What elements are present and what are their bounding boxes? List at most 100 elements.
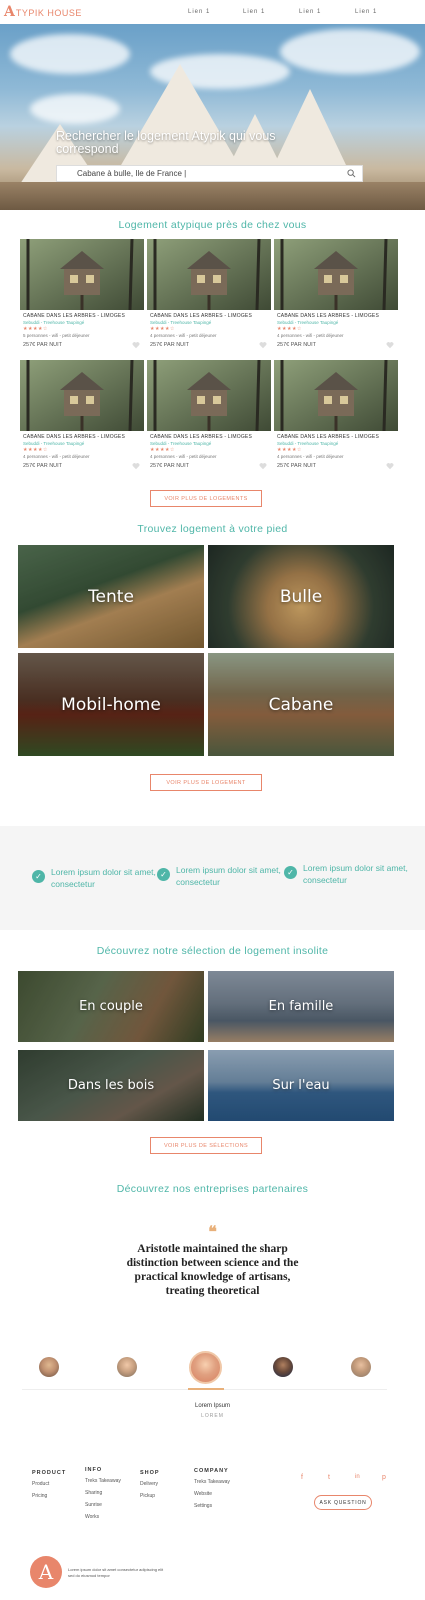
listing-price: 257€ PAR NUIT <box>23 342 63 348</box>
listing-features: 4 personnes - wifi - petit déjeuner <box>277 454 344 459</box>
heart-icon[interactable] <box>386 341 394 349</box>
twitter-icon[interactable]: t <box>328 1474 330 1481</box>
footer-column-heading: SHOP <box>140 1470 160 1476</box>
partner-avatar[interactable] <box>117 1357 137 1377</box>
listing-rating: ★★★★☆ <box>277 326 302 332</box>
selection-tile-couple[interactable]: En couple <box>18 971 204 1042</box>
nav-link-1[interactable]: Lien 1 <box>188 9 210 15</box>
heart-icon[interactable] <box>259 462 267 470</box>
search-icon[interactable] <box>347 169 356 178</box>
heart-icon[interactable] <box>132 341 140 349</box>
footer-logo[interactable]: A <box>30 1556 62 1588</box>
footer-column-heading: COMPANY <box>194 1468 229 1474</box>
nav-link-4[interactable]: Lien 1 <box>355 9 377 15</box>
features-band: ✓ Lorem ipsum dolor sit amet, consectetu… <box>0 826 425 930</box>
listing-card[interactable]: CABANE DANS LES ARBRES - LIMOGES Sebuddi … <box>147 239 271 357</box>
listing-rating: ★★★★☆ <box>150 447 175 453</box>
selection-tile-bois[interactable]: Dans les bois <box>18 1050 204 1121</box>
types-title: Trouvez logement à votre pied <box>137 523 288 535</box>
type-tile-label: Mobil-home <box>61 694 161 715</box>
hero-banner: Rechercher le logement Atypik qui vous c… <box>0 24 425 210</box>
nearby-title: Logement atypique près de chez vous <box>118 219 307 231</box>
site-footer: PRODUCT Product Pricing INFO Treks Takea… <box>0 1450 425 1600</box>
active-indicator <box>188 1388 224 1390</box>
listing-image[interactable] <box>147 239 271 310</box>
ask-question-button[interactable]: ASK QUESTION <box>314 1495 372 1510</box>
partner-avatar[interactable] <box>351 1357 371 1377</box>
heart-icon[interactable] <box>132 462 140 470</box>
feature-text: Lorem ipsum dolor sit amet, consectetur <box>303 863 408 885</box>
listing-rating: ★★★★☆ <box>150 326 175 332</box>
listing-card[interactable]: CABANE DANS LES ARBRES - LIMOGES Sebuddi … <box>20 239 144 357</box>
listing-location: Sebuddi - Treehouse Taupingé <box>23 441 85 446</box>
listing-card[interactable]: CABANE DANS LES ARBRES - LIMOGES Sebuddi … <box>147 360 271 478</box>
listing-image[interactable] <box>20 360 144 431</box>
listing-image[interactable] <box>274 360 398 431</box>
more-listings-button[interactable]: VOIR PLUS DE LOGEMENTS <box>150 490 262 507</box>
pinterest-icon[interactable]: p <box>382 1474 386 1481</box>
selection-tile-label: En famille <box>268 999 334 1014</box>
listing-location: Sebuddi - Treehouse Taupingé <box>277 441 339 446</box>
partner-avatar[interactable] <box>39 1357 59 1377</box>
more-types-button[interactable]: VOIR PLUS DE LOGEMENT <box>150 774 262 791</box>
type-tile-mobil-home[interactable]: Mobil-home <box>18 653 204 756</box>
listing-price: 257€ PAR NUIT <box>150 463 190 469</box>
nav-link-2[interactable]: Lien 1 <box>243 9 265 15</box>
type-tile-label: Bulle <box>279 586 323 607</box>
listing-image[interactable] <box>20 239 144 310</box>
hero-title: Rechercher le logement Atypik qui vous c… <box>56 129 276 156</box>
selection-tile-famille[interactable]: En famille <box>208 971 394 1042</box>
facebook-icon[interactable]: f <box>301 1474 303 1481</box>
listing-card[interactable]: CABANE DANS LES ARBRES - LIMOGES Sebuddi … <box>274 360 398 478</box>
logo-letter: A <box>4 4 15 20</box>
check-icon: ✓ <box>157 868 170 881</box>
footer-link[interactable]: Sharing <box>85 1490 121 1496</box>
listing-image[interactable] <box>274 239 398 310</box>
footer-link[interactable]: Product <box>32 1481 66 1487</box>
feature-text: Lorem ipsum dolor sit amet, consectetur <box>51 867 156 889</box>
listing-card[interactable]: CABANE DANS LES ARBRES - LIMOGES Sebuddi … <box>20 360 144 478</box>
partner-avatar[interactable] <box>273 1357 293 1377</box>
listing-price: 257€ PAR NUIT <box>277 342 317 348</box>
footer-link[interactable]: Sunrise <box>85 1502 121 1508</box>
type-tile-cabane[interactable]: Cabane <box>208 653 394 756</box>
listing-rating: ★★★★☆ <box>23 447 48 453</box>
site-header: A TYPIK HOUSE Lien 1 Lien 1 Lien 1 Lien … <box>0 0 425 24</box>
listing-title[interactable]: CABANE DANS LES ARBRES - LIMOGES <box>150 313 268 319</box>
nav-link-3[interactable]: Lien 1 <box>299 9 321 15</box>
listing-location: Sebuddi - Treehouse Taupingé <box>23 320 85 325</box>
partner-avatar-active[interactable] <box>189 1351 222 1384</box>
footer-link[interactable]: Pickup <box>140 1493 160 1499</box>
type-tile-bulle[interactable]: Bulle <box>208 545 394 648</box>
footer-link[interactable]: Pricing <box>32 1493 66 1499</box>
search-input[interactable] <box>77 169 337 178</box>
heart-icon[interactable] <box>259 341 267 349</box>
footer-link[interactable]: Treks Takeaway <box>194 1479 230 1485</box>
more-selections-button[interactable]: VOIR PLUS DE SÉLECTIONS <box>150 1137 262 1154</box>
search-bar[interactable] <box>56 165 363 182</box>
partner-role: LOREM <box>201 1413 224 1419</box>
listing-image[interactable] <box>147 360 271 431</box>
logo[interactable]: A TYPIK HOUSE <box>4 4 82 20</box>
footer-column-product: PRODUCT Product Pricing <box>32 1470 66 1505</box>
listing-card[interactable]: CABANE DANS LES ARBRES - LIMOGES Sebuddi … <box>274 239 398 357</box>
type-tile-label: Cabane <box>268 694 334 715</box>
listing-title[interactable]: CABANE DANS LES ARBRES - LIMOGES <box>23 434 141 440</box>
logo-text: TYPIK HOUSE <box>15 8 82 18</box>
type-tile-tente[interactable]: Tente <box>18 545 204 648</box>
footer-link[interactable]: Settings <box>194 1503 230 1509</box>
listing-title[interactable]: CABANE DANS LES ARBRES - LIMOGES <box>150 434 268 440</box>
listing-title[interactable]: CABANE DANS LES ARBRES - LIMOGES <box>277 434 395 440</box>
linkedin-icon[interactable]: in <box>355 1474 360 1480</box>
footer-link[interactable]: Website <box>194 1491 230 1497</box>
footer-link[interactable]: Treks Takeaway <box>85 1478 121 1484</box>
footer-link[interactable]: Works <box>85 1514 121 1520</box>
selection-tile-eau[interactable]: Sur l'eau <box>208 1050 394 1121</box>
footer-link[interactable]: Delivery <box>140 1481 160 1487</box>
heart-icon[interactable] <box>386 462 394 470</box>
listing-title[interactable]: CABANE DANS LES ARBRES - LIMOGES <box>23 313 141 319</box>
footer-column-heading: INFO <box>85 1467 103 1473</box>
check-icon: ✓ <box>284 866 297 879</box>
listing-location: Sebuddi - Treehouse Taupingé <box>150 320 212 325</box>
listing-title[interactable]: CABANE DANS LES ARBRES - LIMOGES <box>277 313 395 319</box>
